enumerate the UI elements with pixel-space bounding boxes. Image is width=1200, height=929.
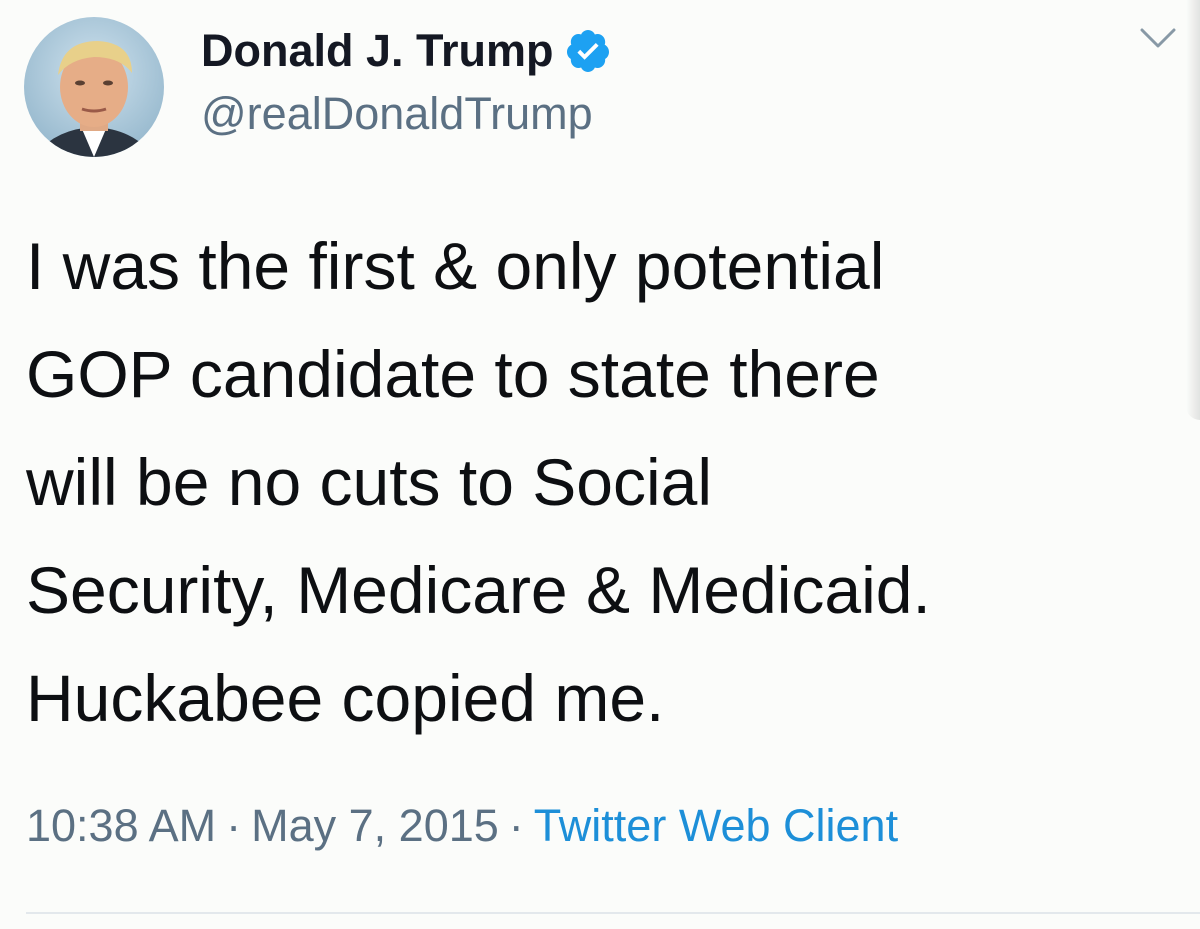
tweet-client-link[interactable]: Twitter Web Client — [534, 800, 898, 851]
tweet-line: GOP candidate to state there — [26, 337, 880, 411]
author-display-name[interactable]: Donald J. Trump — [201, 25, 554, 77]
tweet-card: Donald J. Trump @realDonaldTrump I was t… — [0, 0, 1200, 929]
profile-photo — [24, 17, 164, 157]
tweet-line: Security, Medicare & Medicaid. — [26, 553, 931, 627]
tweet-line: I was the first & only potential — [26, 229, 885, 303]
chevron-down-icon[interactable] — [1136, 22, 1180, 54]
screen-edge-shadow — [1186, 0, 1200, 420]
author-name-row[interactable]: Donald J. Trump — [201, 24, 612, 78]
divider — [26, 912, 1200, 914]
tweet-body: I was the first & only potential GOP can… — [26, 212, 1166, 752]
metadata-separator: · — [508, 800, 524, 851]
metadata-separator: · — [226, 800, 242, 851]
tweet-time[interactable]: 10:38 AM — [26, 800, 216, 851]
author-handle[interactable]: @realDonaldTrump — [201, 88, 593, 140]
tweet-date[interactable]: May 7, 2015 — [251, 800, 499, 851]
tweet-line: will be no cuts to Social — [26, 445, 713, 519]
tweet-metadata: 10:38 AM · May 7, 2015 · Twitter Web Client — [26, 800, 898, 852]
avatar[interactable] — [24, 17, 164, 157]
tweet-line: Huckabee copied me. — [26, 661, 665, 735]
verified-badge-icon — [564, 27, 612, 75]
